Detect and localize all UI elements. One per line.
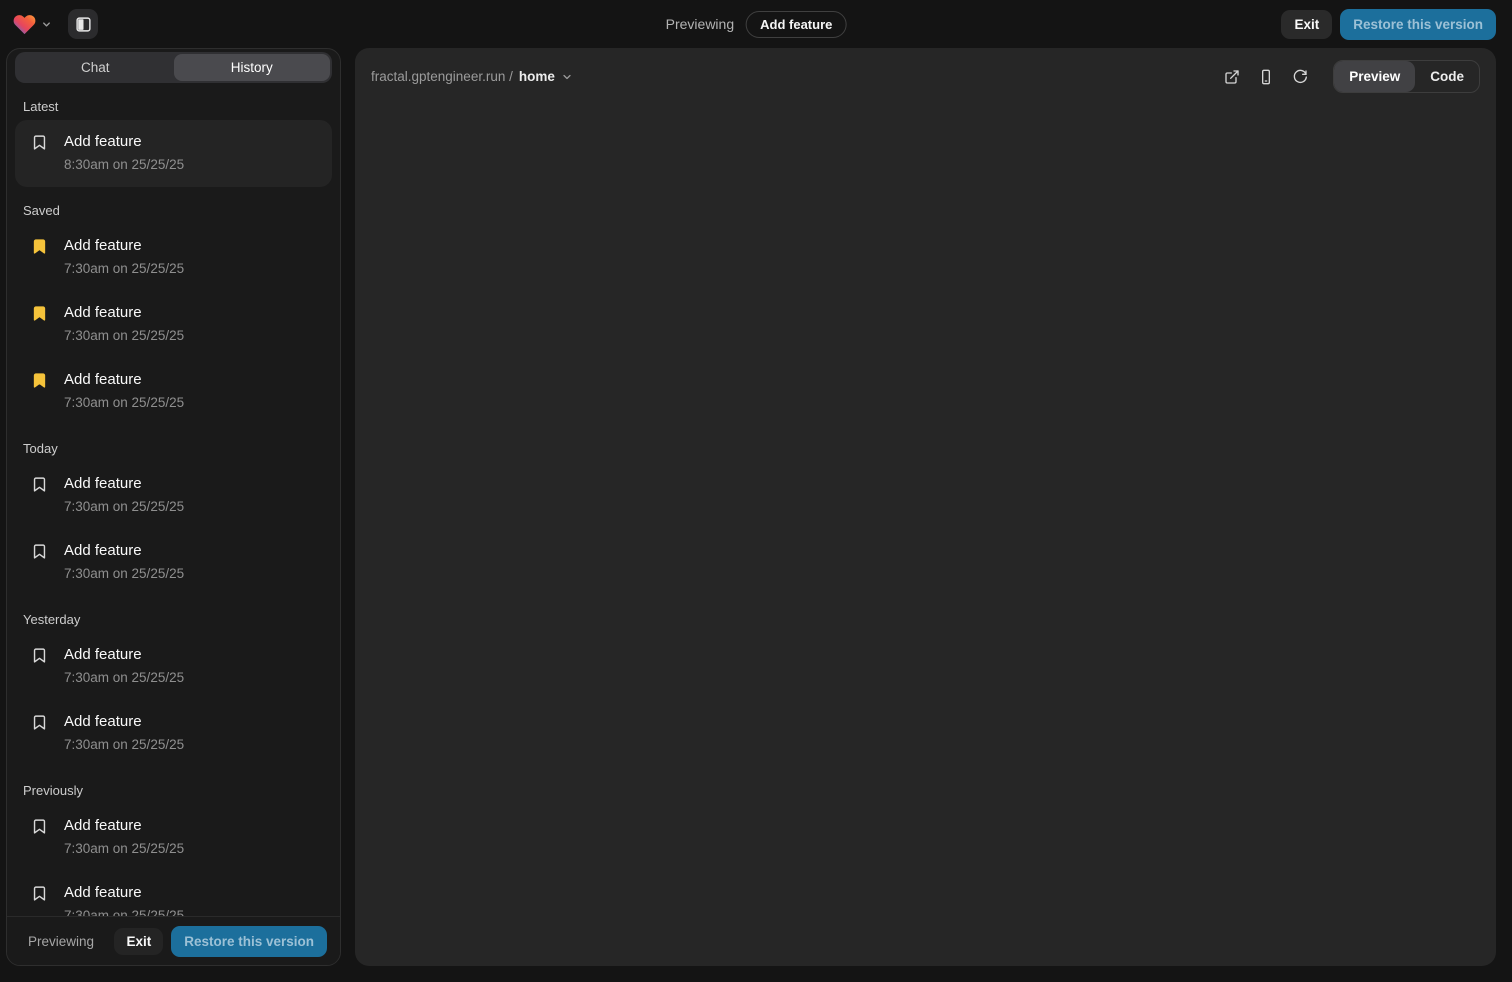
section-title: Previously: [15, 783, 332, 798]
restore-version-button[interactable]: Restore this version: [1340, 9, 1496, 40]
mobile-view-button[interactable]: [1251, 62, 1281, 92]
app-logo-menu[interactable]: [12, 12, 52, 37]
section-title: Saved: [15, 203, 332, 218]
version-title: Add feature: [64, 302, 184, 324]
sidebar-tabs: Chat History: [15, 52, 332, 83]
exit-button[interactable]: Exit: [114, 928, 163, 955]
bookmark-outline-icon: [31, 818, 48, 840]
preview-url-page: home: [519, 69, 555, 84]
section-latest: Latest Add feature 8:30am on 25/25/25: [15, 99, 332, 187]
previewing-status: Previewing: [28, 934, 94, 949]
version-timestamp: 7:30am on 25/25/25: [64, 393, 184, 413]
version-item[interactable]: Add feature 7:30am on 25/25/25: [15, 291, 332, 358]
section-title: Latest: [15, 99, 332, 114]
mobile-device-icon: [1258, 69, 1274, 85]
tab-chat[interactable]: Chat: [17, 54, 174, 81]
preview-viewport[interactable]: [355, 103, 1496, 966]
version-item[interactable]: Add feature 7:30am on 25/25/25: [15, 462, 332, 529]
bookmark-filled-icon: [31, 238, 48, 260]
lovable-heart-icon: [12, 12, 37, 37]
open-external-button[interactable]: [1217, 62, 1247, 92]
preview-header: fractal.gptengineer.run / home: [355, 48, 1496, 103]
version-history-list: Latest Add feature 8:30am on 25/25/25 Sa…: [7, 83, 340, 916]
version-title: Add feature: [64, 644, 184, 666]
sidebar-toggle-button[interactable]: [68, 9, 98, 39]
version-title: Add feature: [64, 815, 184, 837]
version-item[interactable]: Add feature 7:30am on 25/25/25: [15, 633, 332, 700]
version-timestamp: 7:30am on 25/25/25: [64, 668, 184, 688]
chevron-down-icon: [561, 71, 573, 83]
version-item[interactable]: Add feature 7:30am on 25/25/25: [15, 224, 332, 291]
section-today: Today Add feature 7:30am on 25/25/25 Add…: [15, 441, 332, 596]
version-timestamp: 7:30am on 25/25/25: [64, 326, 184, 346]
version-title: Add feature: [64, 882, 184, 904]
bookmark-filled-icon: [31, 305, 48, 327]
version-timestamp: 7:30am on 25/25/25: [64, 564, 184, 584]
chevron-down-icon: [41, 19, 52, 30]
history-sidebar: Chat History Latest Add feature 8:30am o…: [6, 48, 341, 966]
bookmark-outline-icon: [31, 714, 48, 736]
bookmark-outline-icon: [31, 543, 48, 565]
version-badge[interactable]: Add feature: [746, 11, 846, 38]
view-mode-toggle: Preview Code: [1333, 60, 1480, 93]
section-title: Yesterday: [15, 612, 332, 627]
previewing-status: Previewing: [666, 16, 734, 32]
section-previously: Previously Add feature 7:30am on 25/25/2…: [15, 783, 332, 916]
version-timestamp: 7:30am on 25/25/25: [64, 259, 184, 279]
refresh-button[interactable]: [1285, 62, 1315, 92]
version-timestamp: 8:30am on 25/25/25: [64, 155, 184, 175]
version-item[interactable]: Add feature 7:30am on 25/25/25: [15, 804, 332, 871]
sidebar-footer: Previewing Exit Restore this version: [7, 916, 340, 965]
version-item[interactable]: Add feature 7:30am on 25/25/25: [15, 871, 332, 916]
version-timestamp: 7:30am on 25/25/25: [64, 735, 184, 755]
external-link-icon: [1224, 69, 1240, 85]
version-item[interactable]: Add feature 8:30am on 25/25/25: [15, 120, 332, 187]
bookmark-outline-icon: [31, 647, 48, 669]
sidebar-toggle-icon: [75, 16, 92, 33]
version-title: Add feature: [64, 473, 184, 495]
version-item[interactable]: Add feature 7:30am on 25/25/25: [15, 700, 332, 767]
version-title: Add feature: [64, 131, 184, 153]
exit-button[interactable]: Exit: [1281, 10, 1332, 39]
section-saved: Saved Add feature 7:30am on 25/25/25 Add…: [15, 203, 332, 425]
version-title: Add feature: [64, 369, 184, 391]
bookmark-outline-icon: [31, 885, 48, 907]
bookmark-filled-icon: [31, 372, 48, 394]
section-yesterday: Yesterday Add feature 7:30am on 25/25/25…: [15, 612, 332, 767]
bookmark-outline-icon: [31, 476, 48, 498]
preview-url-prefix: fractal.gptengineer.run /: [371, 69, 513, 84]
tab-code[interactable]: Code: [1415, 61, 1479, 92]
tab-history[interactable]: History: [174, 54, 331, 81]
version-title: Add feature: [64, 540, 184, 562]
version-item[interactable]: Add feature 7:30am on 25/25/25: [15, 358, 332, 425]
preview-url-dropdown[interactable]: fractal.gptengineer.run / home: [371, 69, 573, 84]
tab-preview[interactable]: Preview: [1334, 61, 1415, 92]
version-title: Add feature: [64, 711, 184, 733]
refresh-icon: [1292, 69, 1308, 85]
preview-panel: fractal.gptengineer.run / home: [355, 48, 1496, 966]
version-timestamp: 7:30am on 25/25/25: [64, 906, 184, 916]
bookmark-outline-icon: [31, 134, 48, 156]
version-title: Add feature: [64, 235, 184, 257]
version-timestamp: 7:30am on 25/25/25: [64, 839, 184, 859]
topbar: Previewing Add feature Exit Restore this…: [0, 0, 1512, 48]
restore-version-button[interactable]: Restore this version: [171, 926, 327, 957]
version-item[interactable]: Add feature 7:30am on 25/25/25: [15, 529, 332, 596]
version-timestamp: 7:30am on 25/25/25: [64, 497, 184, 517]
section-title: Today: [15, 441, 332, 456]
